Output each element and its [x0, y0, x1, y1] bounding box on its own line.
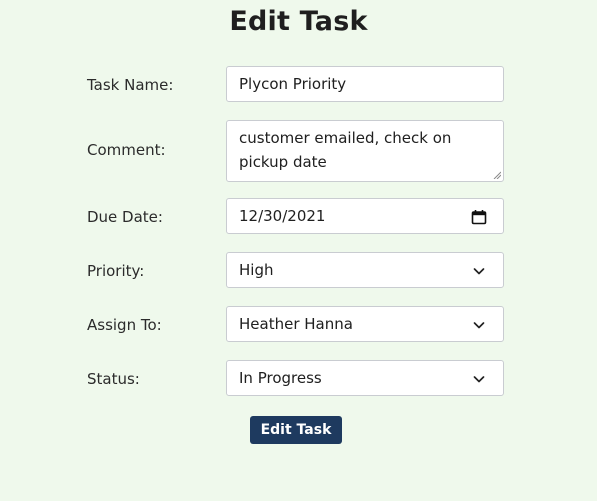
chevron-down-icon: [473, 376, 485, 383]
chevron-down-icon: [473, 322, 485, 329]
task-name-value: Plycon Priority: [239, 75, 347, 93]
comment-textarea[interactable]: customer emailed, check on pickup date: [226, 120, 504, 182]
priority-label: Priority:: [87, 262, 145, 280]
comment-value: customer emailed, check on pickup date: [239, 129, 452, 171]
assign-to-row: Assign To: Heather Hanna: [0, 306, 597, 344]
status-label: Status:: [87, 370, 140, 388]
status-row: Status: In Progress: [0, 360, 597, 398]
assign-to-select[interactable]: Heather Hanna: [226, 306, 504, 342]
status-select[interactable]: In Progress: [226, 360, 504, 396]
edit-task-button[interactable]: Edit Task: [250, 416, 342, 444]
comment-row: Comment: customer emailed, check on pick…: [0, 120, 597, 182]
due-date-input[interactable]: 12/30/2021: [226, 198, 504, 234]
task-name-input[interactable]: Plycon Priority: [226, 66, 504, 102]
resize-grip-icon[interactable]: [493, 171, 501, 179]
calendar-icon[interactable]: [471, 209, 487, 225]
task-name-row: Task Name: Plycon Priority: [0, 66, 597, 104]
task-name-label: Task Name:: [87, 76, 174, 94]
priority-value: High: [239, 261, 274, 279]
comment-label: Comment:: [87, 141, 166, 159]
due-date-label: Due Date:: [87, 208, 163, 226]
page-title: Edit Task: [229, 6, 368, 37]
status-value: In Progress: [239, 369, 322, 387]
chevron-down-icon: [473, 268, 485, 275]
assign-to-label: Assign To:: [87, 316, 162, 334]
assign-to-value: Heather Hanna: [239, 315, 353, 333]
due-date-row: Due Date: 12/30/2021: [0, 198, 597, 236]
priority-row: Priority: High: [0, 252, 597, 290]
due-date-value: 12/30/2021: [239, 207, 326, 225]
priority-select[interactable]: High: [226, 252, 504, 288]
